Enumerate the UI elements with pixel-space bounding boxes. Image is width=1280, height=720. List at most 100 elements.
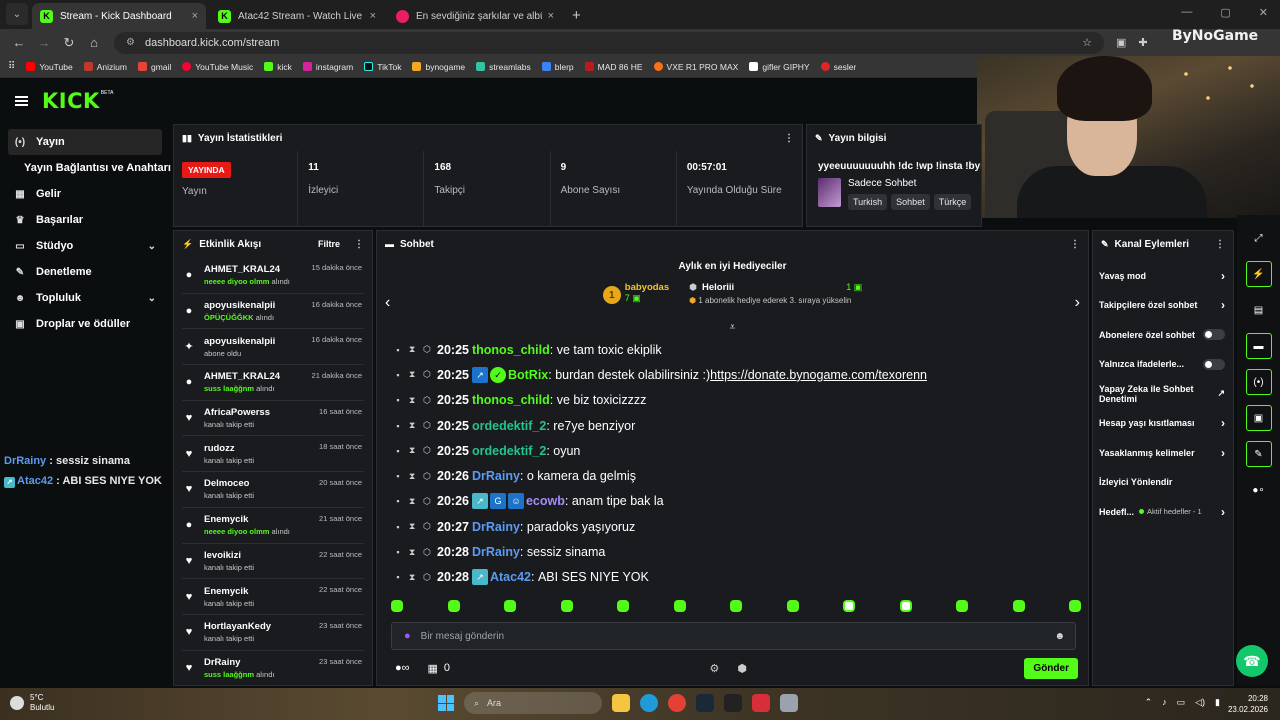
maximize-icon[interactable]: ▢	[1220, 6, 1230, 19]
close-tab-icon[interactable]: ×	[370, 10, 376, 22]
lightning-icon[interactable]: ⚡	[1245, 261, 1272, 287]
emote-icon[interactable]	[1012, 600, 1025, 612]
delete-icon[interactable]: ▪	[395, 421, 401, 431]
timeout-icon[interactable]: ⧗	[409, 496, 415, 507]
bookmark-vxe[interactable]: VXE R1 PRO MAX	[653, 62, 738, 72]
ban-icon[interactable]: ⬡	[423, 521, 431, 532]
toggle-switch[interactable]	[1203, 358, 1225, 370]
gifter-name[interactable]: babyodas	[625, 282, 669, 293]
broadcast-icon[interactable]: (•)	[1245, 369, 1272, 395]
emote-icon[interactable]	[391, 600, 403, 612]
chevron-right-icon[interactable]: ›	[1075, 294, 1080, 312]
message-username[interactable]: ecowb	[526, 494, 565, 508]
chat-message[interactable]: ▪ ⧗ ⬡ 20:27 DrRainy: paradoks yaşıyoruz	[395, 514, 1075, 539]
bookmark-blerp[interactable]: blerp	[541, 62, 574, 72]
ban-icon[interactable]: ⬡	[423, 572, 431, 583]
chat-input[interactable]: ● Bir mesaj gönderin ☻	[391, 622, 1076, 650]
channel-action-item[interactable]: Takipçilere özel sohbet ›	[1093, 291, 1233, 321]
more-options-icon[interactable]: ⋮	[1215, 239, 1225, 250]
reload-icon[interactable]: ↻	[58, 35, 80, 51]
activity-item[interactable]: ● AHMET_KRAL24 neeee diyoo olmm alındı 15 d…	[182, 257, 364, 293]
timeout-icon[interactable]: ⧗	[409, 471, 415, 482]
bookmark-streamlabs[interactable]: streamlabs	[476, 62, 531, 72]
chevron-left-icon[interactable]: ‹	[385, 294, 390, 312]
delete-icon[interactable]: ▪	[395, 572, 401, 582]
chat-icon[interactable]: ▬	[1245, 333, 1272, 359]
home-icon[interactable]: ⌂	[83, 35, 105, 50]
gifter-name[interactable]: Heloriii	[702, 282, 734, 293]
file-explorer-icon[interactable]	[612, 694, 630, 712]
close-tab-icon[interactable]: ×	[192, 10, 198, 22]
minimize-icon[interactable]: —	[1181, 6, 1192, 19]
chat-message[interactable]: ▪ ⧗ ⬡ 20:28 ↗ Atac42: ABI SES NIYE YOK	[395, 565, 1075, 590]
delete-icon[interactable]: ▪	[395, 446, 401, 456]
message-username[interactable]: ordedektif_2	[472, 419, 546, 433]
tab-list-button[interactable]: ⌄	[6, 3, 28, 25]
delete-icon[interactable]: ▪	[395, 522, 401, 532]
channel-points-icon[interactable]: ●∞	[395, 662, 410, 674]
bookmark-youtube[interactable]: YouTube	[26, 62, 73, 72]
emote-icon[interactable]	[673, 600, 686, 612]
volume-icon[interactable]: ◁)	[1195, 697, 1205, 708]
windows-start-icon[interactable]	[438, 695, 454, 711]
emote-icon[interactable]	[617, 600, 629, 612]
bookmark-mad[interactable]: MAD 86 HE	[584, 62, 643, 72]
back-icon[interactable]: ←	[8, 35, 30, 50]
ban-icon[interactable]: ⬡	[423, 445, 431, 456]
browser-tab-1[interactable]: K Stream - Kick Dashboard ×	[32, 3, 206, 29]
bookmark-giphy[interactable]: gifler GIPHY	[749, 62, 810, 72]
timeout-icon[interactable]: ⧗	[409, 572, 415, 583]
activity-item[interactable]: ♥ AfricaPowerss kanalı takip etti 16 saat ö…	[182, 399, 364, 436]
message-link[interactable]: https://donate.bynogame.com/texorenn	[710, 368, 927, 382]
chat-message[interactable]: ▪ ⧗ ⬡ 20:25 thonos_child: ve tam toxic ekipl…	[395, 337, 1075, 362]
new-tab-button[interactable]: +	[572, 7, 581, 24]
message-username[interactable]: thonos_child	[472, 393, 550, 407]
channel-action-item[interactable]: İzleyici Yönlendir	[1093, 468, 1233, 498]
bookmark-anizium[interactable]: Anizium	[83, 62, 127, 72]
chevron-up-icon[interactable]: ⌃	[1145, 697, 1153, 708]
message-username[interactable]: DrRainy	[472, 520, 520, 534]
emote-icon[interactable]	[504, 600, 516, 612]
sidebar-item-denetleme[interactable]: ✎ Denetleme	[8, 259, 162, 285]
ban-icon[interactable]: ⬡	[423, 496, 431, 507]
bookmark-instagram[interactable]: instagram	[302, 62, 353, 72]
close-tab-icon[interactable]: ×	[548, 10, 554, 22]
channel-action-item[interactable]: Yapay Zeka ile Sohbet Denetimi ↗	[1093, 379, 1233, 409]
bookmark-gmail[interactable]: gmail	[137, 62, 171, 72]
kick-logo[interactable]: KICK	[42, 89, 100, 113]
channel-action-item[interactable]: Hedefl... Aktif hedefler - 1 ›	[1093, 497, 1233, 527]
channel-action-item[interactable]: Abonelere özel sohbet	[1093, 320, 1233, 350]
activity-item[interactable]: ● Enemycik neeee diyoo olmm alındı 21 saat …	[182, 506, 364, 543]
clock[interactable]: 20:28 23.02.2026	[1228, 693, 1268, 715]
more-options-icon[interactable]: ⋮	[1070, 239, 1080, 250]
bookmark-tiktok[interactable]: TikTok	[364, 62, 401, 72]
bookmark-bynogame[interactable]: bynogame	[412, 62, 465, 72]
channel-action-item[interactable]: Yavaş mod ›	[1093, 261, 1233, 291]
site-info-icon[interactable]: ⚙	[126, 37, 135, 48]
stream-title[interactable]: yyeeuuuuuuuhh !dc !wp !insta !byn	[807, 161, 981, 172]
ban-icon[interactable]: ⬡	[423, 395, 431, 406]
activity-item[interactable]: ♥ DrRainy suss laağğnm alındı 23 saat önce	[182, 649, 364, 685]
emote-icon[interactable]	[786, 600, 799, 612]
browser-tab-2[interactable]: K Atac42 Stream - Watch Live on ×	[210, 3, 384, 29]
bookmark-sesler[interactable]: sesler	[820, 62, 856, 72]
emoji-icon[interactable]: ☻	[1054, 631, 1065, 642]
app-icon[interactable]	[752, 694, 770, 712]
bookmark-kick[interactable]: kick	[264, 62, 292, 72]
channel-action-item[interactable]: Yalnızca ifadelerle...	[1093, 350, 1233, 380]
message-username[interactable]: Atac42	[490, 570, 531, 584]
bookmark-youtube-music[interactable]: YouTube Music	[182, 62, 253, 72]
shield-mod-icon[interactable]: ⬢	[737, 662, 747, 675]
ban-icon[interactable]: ⬡	[423, 471, 431, 482]
browser-tab-3[interactable]: En sevdiğiniz şarkılar ve albümle ×	[388, 3, 562, 29]
sidebar-item-basarilar[interactable]: ♛ Başarılar	[8, 207, 162, 233]
activity-item[interactable]: ♥ Delmoceo kanalı takip etti 20 saat önce	[182, 471, 364, 507]
support-chat-icon[interactable]: ☎	[1236, 645, 1268, 677]
drops-icon[interactable]: ▦	[428, 662, 438, 675]
extension-icon[interactable]: ▣	[1116, 36, 1126, 49]
weather-widget[interactable]: 5°C Bulutlu	[10, 693, 54, 713]
chat-message[interactable]: ▪ ⧗ ⬡ 20:25 ↗ ✓ BotRix: burdan destek olabilir…	[395, 362, 1075, 387]
sidebar-item-yayin[interactable]: (•) Yayın	[8, 129, 162, 155]
activity-item[interactable]: ✦ apoyusikenalpii abone oldu 16 dakika önce	[182, 328, 364, 364]
battery-icon[interactable]: ▮	[1215, 697, 1220, 708]
